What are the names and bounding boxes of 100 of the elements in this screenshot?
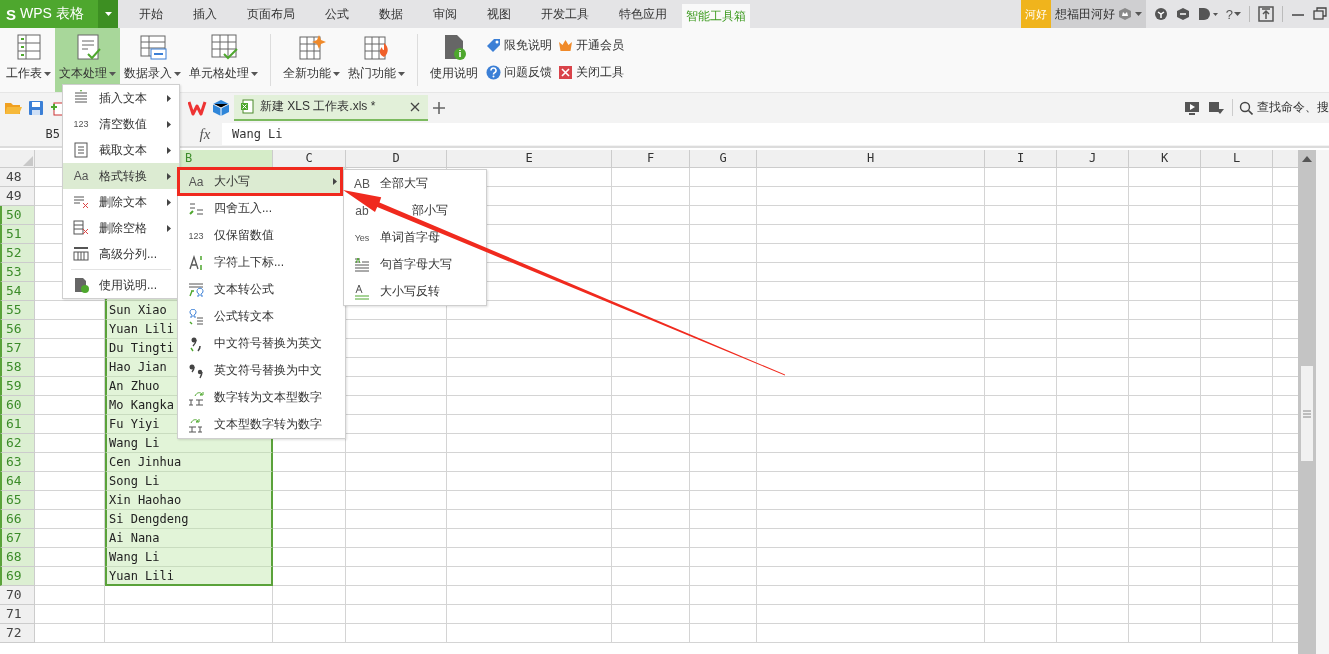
row-header[interactable]: 67 bbox=[0, 529, 35, 548]
menu-item[interactable]: 大小写反转 bbox=[344, 278, 486, 305]
ribbon-button[interactable]: 使用说明 bbox=[426, 28, 482, 92]
menu-item[interactable]: 文本转公式 bbox=[178, 276, 345, 303]
column-header[interactable]: L bbox=[1201, 150, 1273, 168]
help-menu[interactable]: ? bbox=[1225, 6, 1241, 22]
column-header[interactable]: D bbox=[346, 150, 447, 168]
table-cell bbox=[1129, 339, 1201, 358]
row-header[interactable]: 69 bbox=[0, 567, 35, 586]
menu-item[interactable]: Aa 格式转换 bbox=[63, 163, 179, 189]
menu-item[interactable]: 123 仅保留数值 bbox=[178, 222, 345, 249]
restore-icon[interactable] bbox=[1313, 7, 1329, 21]
column-header[interactable]: K bbox=[1129, 150, 1201, 168]
ribbon-button[interactable]: 单元格处理 bbox=[185, 28, 262, 92]
row-header[interactable]: 65 bbox=[0, 491, 35, 510]
table-cell bbox=[1129, 358, 1201, 377]
menu-item[interactable]: 删除文本 bbox=[63, 189, 179, 215]
ribbon-button[interactable]: 全新功能 bbox=[279, 28, 344, 92]
row-header[interactable]: 68 bbox=[0, 548, 35, 567]
formula-field[interactable]: Wang Li bbox=[222, 123, 1329, 145]
menu-item[interactable]: Yes 单词首字母 bbox=[344, 224, 486, 251]
menu-item[interactable]: 123 清空数值 bbox=[63, 111, 179, 137]
menu-tab[interactable]: 公式 bbox=[310, 0, 364, 28]
ribbon-link[interactable]: 开通会员 bbox=[558, 32, 624, 59]
leaf-icon[interactable] bbox=[1197, 7, 1218, 21]
skin-icon[interactable] bbox=[1153, 7, 1168, 21]
row-header[interactable]: 61 bbox=[0, 415, 35, 434]
row-header[interactable]: 49 bbox=[0, 187, 35, 206]
table-cell bbox=[1201, 225, 1273, 244]
user-menu[interactable]: 想福田河好 bbox=[1050, 0, 1146, 28]
function-button[interactable]: fx bbox=[188, 125, 222, 143]
menu-tab[interactable]: 开发工具 bbox=[526, 0, 604, 28]
upload-icon[interactable] bbox=[1258, 6, 1274, 22]
close-icon[interactable] bbox=[410, 101, 420, 112]
monitor-play-icon[interactable] bbox=[1184, 99, 1200, 116]
lines-icon bbox=[73, 90, 89, 106]
table-cell bbox=[1057, 415, 1129, 434]
menu-tab[interactable]: 数据 bbox=[364, 0, 418, 28]
search-field[interactable]: 查找命令、搜 bbox=[1232, 99, 1329, 116]
table-cell bbox=[1057, 320, 1129, 339]
menu-tab[interactable]: 智能工具箱 bbox=[682, 4, 750, 28]
row-header[interactable]: 50 bbox=[0, 206, 35, 225]
hexagon-icon[interactable] bbox=[1175, 7, 1190, 21]
menu-item[interactable]: 高级分列... bbox=[63, 241, 179, 267]
scroll-up-icon[interactable] bbox=[1302, 156, 1312, 162]
column-header[interactable]: H bbox=[757, 150, 985, 168]
table-cell bbox=[985, 358, 1057, 377]
menu-tab[interactable]: 开始 bbox=[124, 0, 178, 28]
menu-item[interactable]: AB 全部大写 bbox=[344, 170, 486, 197]
ribbon-link[interactable]: 限免说明 bbox=[486, 32, 552, 59]
ribbon-button[interactable]: 工作表 bbox=[2, 28, 55, 92]
menu-tab[interactable]: 特色应用 bbox=[604, 0, 682, 28]
menu-item[interactable]: 字符上下标... bbox=[178, 249, 345, 276]
column-header[interactable]: I bbox=[985, 150, 1057, 168]
ribbon-link[interactable]: 关闭工具 bbox=[558, 59, 624, 86]
table-cell bbox=[1201, 586, 1273, 605]
menu-item[interactable]: 删除空格 bbox=[63, 215, 179, 241]
table-cell bbox=[1129, 491, 1201, 510]
row-header[interactable]: 59 bbox=[0, 377, 35, 396]
menu-item[interactable]: 四舍五入... bbox=[178, 195, 345, 222]
save-icon[interactable] bbox=[28, 99, 44, 116]
row-header[interactable]: 64 bbox=[0, 472, 35, 491]
row-header[interactable]: 48 bbox=[0, 168, 35, 187]
table-cell bbox=[1129, 605, 1201, 624]
row-header[interactable]: 56 bbox=[0, 320, 35, 339]
row-header[interactable]: 53 bbox=[0, 263, 35, 282]
table-cell bbox=[1201, 320, 1273, 339]
row-header[interactable]: 66 bbox=[0, 510, 35, 529]
row-header[interactable]: 55 bbox=[0, 301, 35, 320]
row-header[interactable]: 58 bbox=[0, 358, 35, 377]
menu-item[interactable]: ab 部小写 bbox=[344, 197, 486, 224]
dropdown-box-icon[interactable] bbox=[1208, 99, 1224, 116]
row-header[interactable]: 71 bbox=[0, 605, 35, 624]
scrollbar[interactable] bbox=[1298, 150, 1316, 654]
row-header[interactable]: 62 bbox=[0, 434, 35, 453]
row-header[interactable]: 57 bbox=[0, 339, 35, 358]
w-logo-icon[interactable] bbox=[188, 99, 208, 116]
column-header[interactable]: J bbox=[1057, 150, 1129, 168]
column-header[interactable]: G bbox=[690, 150, 757, 168]
name-box[interactable]: B5 bbox=[0, 127, 62, 141]
menu-tab[interactable]: 审阅 bbox=[418, 0, 472, 28]
table-cell bbox=[1057, 377, 1129, 396]
table-cell bbox=[1129, 244, 1201, 263]
ribbon-button[interactable]: 热门功能 bbox=[344, 28, 409, 92]
table-cell bbox=[985, 396, 1057, 415]
menu-tab[interactable]: 视图 bbox=[472, 0, 526, 28]
column-header[interactable]: F bbox=[612, 150, 690, 168]
cube-icon[interactable] bbox=[212, 98, 230, 117]
document-tab[interactable]: 新建 XLS 工作表.xls * bbox=[234, 94, 428, 121]
table-cell bbox=[1057, 434, 1129, 453]
menu-tab[interactable]: 插入 bbox=[178, 0, 232, 28]
add-tab-icon[interactable] bbox=[432, 100, 446, 115]
row-header[interactable]: 70 bbox=[0, 586, 35, 605]
menu-tab[interactable]: 页面布局 bbox=[232, 0, 310, 28]
column-header[interactable]: E bbox=[447, 150, 612, 168]
ribbon-link[interactable]: 问题反馈 bbox=[486, 59, 552, 86]
row-header[interactable]: 63 bbox=[0, 453, 35, 472]
menu-item[interactable]: 句首字母大写 bbox=[344, 251, 486, 278]
row-header[interactable]: 72 bbox=[0, 624, 35, 643]
row-header[interactable]: 60 bbox=[0, 396, 35, 415]
